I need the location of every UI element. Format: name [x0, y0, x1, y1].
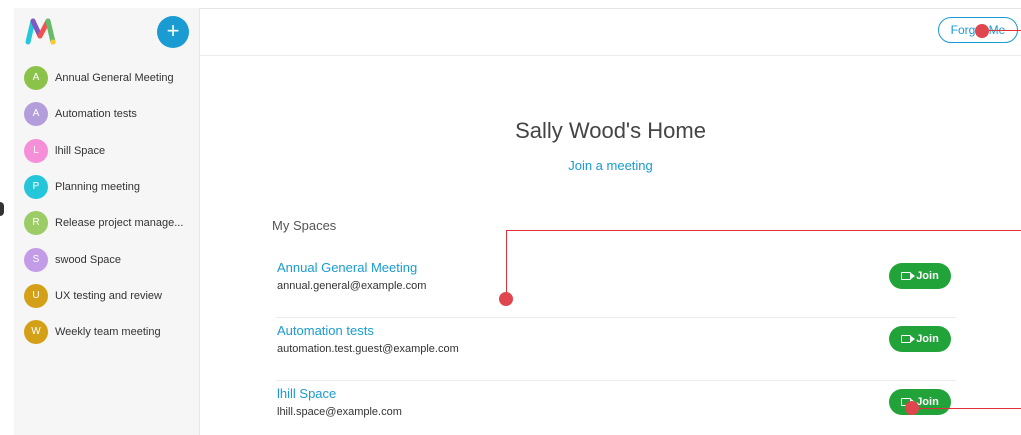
space-row: Automation tests automation.test.guest@e… [276, 319, 956, 381]
callout-line [912, 408, 1021, 409]
sidebar-item-ux-testing[interactable]: U UX testing and review [14, 278, 200, 314]
sidebar-item-lhill-space[interactable]: L lhill Space [14, 133, 200, 169]
avatar: R [24, 211, 48, 236]
join-label: Join [916, 270, 939, 282]
edge-marker [0, 202, 4, 216]
sidebar-item-weekly-team-meeting[interactable]: W Weekly team meeting [14, 314, 200, 350]
callout-line [506, 230, 1021, 231]
sidebar-item-label: Release project manage... [55, 217, 184, 230]
sidebar-item-label: Weekly team meeting [55, 326, 161, 339]
space-list: A Annual General Meeting A Automation te… [14, 60, 200, 350]
app-logo-icon [25, 18, 56, 45]
callout-dot [905, 401, 919, 415]
sidebar-item-label: Annual General Meeting [55, 72, 174, 85]
sidebar-item-label: lhill Space [55, 144, 106, 157]
video-camera-icon [901, 335, 916, 343]
callout-line [988, 30, 1021, 31]
section-heading: My Spaces [272, 218, 337, 233]
join-button[interactable]: Join [889, 389, 951, 415]
top-bar: Forget Me [200, 8, 1021, 56]
join-meeting-link[interactable]: Join a meeting [200, 158, 1021, 173]
sidebar-item-label: UX testing and review [55, 289, 162, 302]
space-row: lhill Space lhill.space@example.com Join [276, 382, 956, 435]
avatar: W [24, 320, 48, 345]
join-button[interactable]: Join [889, 263, 951, 289]
sidebar-item-automation-tests[interactable]: A Automation tests [14, 96, 200, 132]
avatar: L [24, 138, 48, 163]
avatar: U [24, 283, 48, 308]
avatar: P [24, 175, 48, 200]
sidebar-item-release-project[interactable]: R Release project manage... [14, 205, 200, 241]
join-button[interactable]: Join [889, 326, 951, 352]
callout-dot [975, 24, 989, 38]
avatar: S [24, 247, 48, 272]
callout-line [506, 230, 507, 298]
add-space-button[interactable]: + [157, 16, 189, 48]
space-email: automation.test.guest@example.com [277, 343, 459, 355]
video-camera-icon [901, 272, 916, 280]
sidebar-item-annual-general-meeting[interactable]: A Annual General Meeting [14, 60, 200, 96]
space-title-link[interactable]: Automation tests [277, 323, 374, 338]
join-label: Join [916, 396, 939, 408]
avatar: A [24, 102, 48, 127]
avatar: A [24, 66, 48, 91]
space-row: Annual General Meeting annual.general@ex… [276, 256, 956, 318]
space-title-link[interactable]: lhill Space [277, 386, 336, 401]
space-email: lhill.space@example.com [277, 406, 402, 418]
sidebar: + A Annual General Meeting A Automation … [14, 8, 200, 435]
sidebar-item-planning-meeting[interactable]: P Planning meeting [14, 169, 200, 205]
sidebar-item-label: swood Space [55, 253, 122, 266]
callout-dot [499, 292, 513, 306]
space-email: annual.general@example.com [277, 280, 427, 292]
sidebar-item-label: Planning meeting [55, 181, 141, 194]
space-title-link[interactable]: Annual General Meeting [277, 260, 417, 275]
join-label: Join [916, 333, 939, 345]
sidebar-item-label: Automation tests [55, 108, 137, 121]
page-title: Sally Wood's Home [515, 118, 706, 143]
sidebar-item-swood-space[interactable]: S swood Space [14, 241, 200, 277]
